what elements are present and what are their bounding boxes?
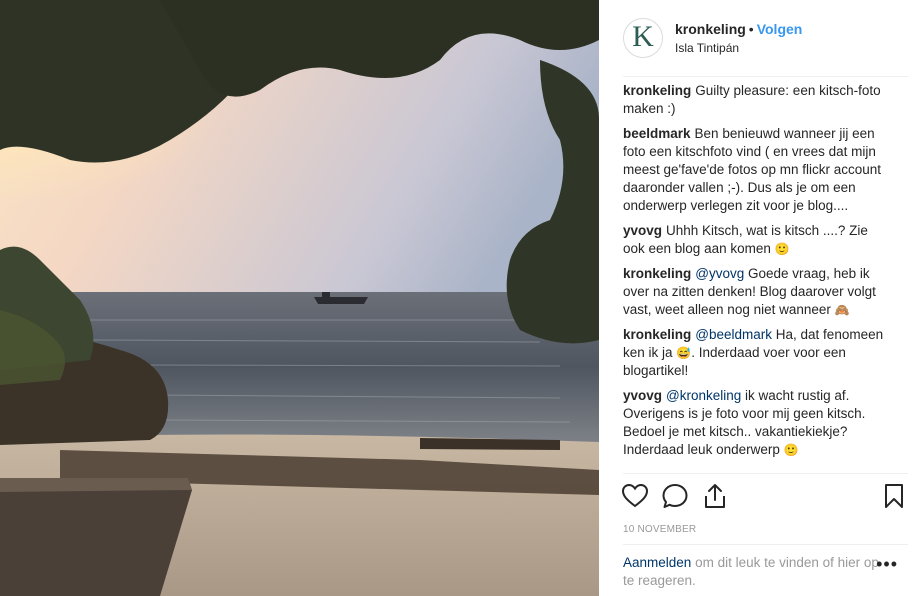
comment-item: kronkeling @beeldmark Ha, dat fenomeen ke… (623, 326, 893, 380)
login-prompt: Aanmelden om dit leuk te vinden of hier … (623, 554, 883, 590)
divider (623, 76, 908, 77)
post-header: K kronkeling • Volgen Isla Tintipán (623, 18, 908, 62)
action-bar (621, 482, 910, 512)
comment-item: kronkeling @yvovg Goede vraag, heb ik ove… (623, 265, 893, 319)
comment-item: yvovg Uhhh Kitsch, wat is kitsch ....? Zi… (623, 222, 893, 258)
comment-username[interactable]: kronkeling (623, 83, 691, 98)
comment-mention[interactable]: @kronkeling (666, 388, 741, 403)
comment-item: yvovg @kronkeling ik wacht rustig af. Ove… (623, 387, 893, 459)
smile-emoji-icon: 🙂 (774, 242, 790, 256)
grin-sweat-emoji-icon: 😅 (676, 346, 692, 360)
divider (623, 544, 908, 545)
see-no-evil-emoji-icon: 🙈 (834, 303, 850, 317)
post-photo[interactable] (0, 0, 599, 596)
comment-mention[interactable]: @beeldmark (695, 327, 772, 342)
comment-mention[interactable]: @yvovg (695, 266, 744, 281)
username-link[interactable]: kronkeling (675, 21, 746, 37)
comment-username[interactable]: kronkeling (623, 266, 691, 281)
comment-item: beeldmark Ben benieuwd wanneer jij een fo… (623, 125, 893, 215)
sunset-beach-image (0, 0, 599, 596)
comments-list[interactable]: kronkeling Guilty pleasure: een kitsch-fo… (623, 82, 893, 472)
more-options-icon[interactable]: ••• (876, 554, 898, 575)
comment-username[interactable]: yvovg (623, 388, 662, 403)
avatar-logo: K (632, 20, 654, 53)
smile-emoji-icon: 🙂 (783, 443, 799, 457)
login-link[interactable]: Aanmelden (623, 555, 691, 570)
header-line: kronkeling • Volgen (675, 21, 802, 37)
comment-item: kronkeling Guilty pleasure: een kitsch-fo… (623, 82, 893, 118)
heart-icon[interactable] (621, 482, 649, 510)
comment-username[interactable]: yvovg (623, 223, 662, 238)
follow-button[interactable]: Volgen (757, 21, 803, 37)
separator-dot: • (748, 21, 754, 37)
comment-username[interactable]: beeldmark (623, 126, 691, 141)
post-side-panel: K kronkeling • Volgen Isla Tintipán kronke… (599, 0, 916, 596)
comment-username[interactable]: kronkeling (623, 327, 691, 342)
avatar[interactable]: K (623, 18, 663, 58)
post-date: 10 NOVEMBER (623, 524, 697, 535)
bookmark-icon[interactable] (880, 482, 908, 510)
location-link[interactable]: Isla Tintipán (675, 41, 739, 55)
divider (623, 473, 908, 474)
comment-icon[interactable] (661, 482, 689, 510)
share-icon[interactable] (701, 482, 729, 510)
